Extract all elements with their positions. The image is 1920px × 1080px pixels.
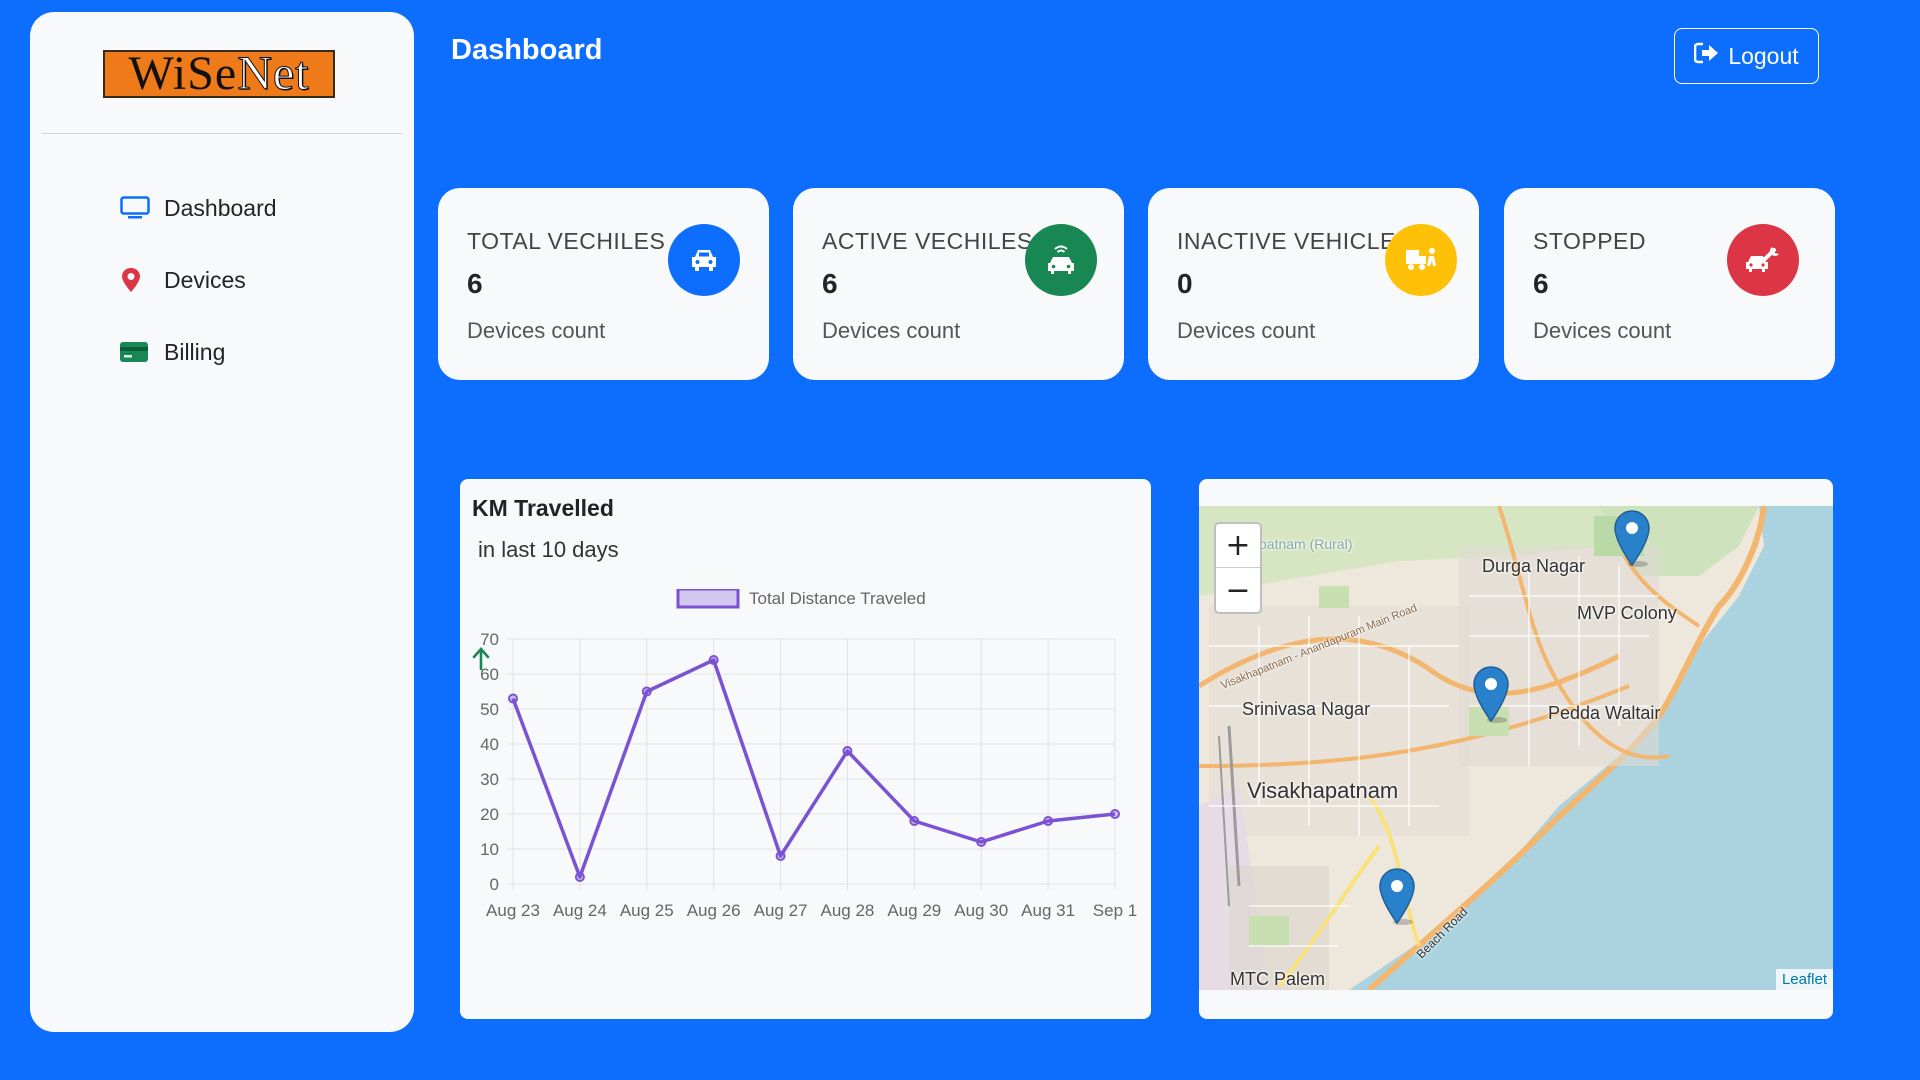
logout-label: Logout	[1728, 42, 1799, 69]
sidebar-item-label: Billing	[164, 338, 226, 365]
monitor-icon	[120, 195, 154, 221]
data-point	[708, 655, 719, 665]
km-travelled-panel: KM Travelled in last 10 days Total Dista…	[460, 479, 1151, 1019]
chart-panel-subtitle-row: in last 10 days	[472, 537, 619, 671]
legend-swatch	[676, 589, 740, 609]
card-subtitle: Devices count	[1533, 318, 1672, 343]
vehicle-marker[interactable]	[1378, 867, 1416, 925]
data-point	[775, 851, 786, 861]
card-count: 6	[822, 268, 838, 299]
x-tick-label: Aug 25	[620, 901, 674, 920]
card-subtitle: Devices count	[467, 318, 606, 343]
zoom-out-button[interactable]: −	[1216, 568, 1260, 612]
x-tick-label: Aug 27	[754, 901, 808, 920]
map-tiles	[1199, 506, 1833, 990]
map-label: Visakhapatnam	[1247, 778, 1399, 803]
y-tick-label: 30	[480, 770, 499, 789]
series-line	[511, 658, 1116, 879]
sidebar-nav: Dashboard Devices Billing	[30, 172, 414, 388]
data-point	[1043, 816, 1054, 826]
card-title: INACTIVE VEHICLES	[1177, 228, 1412, 254]
chart-panel-title: KM Travelled	[472, 495, 614, 521]
card-title: TOTAL VECHILES	[467, 228, 666, 254]
stat-card-total[interactable]: TOTAL VECHILES 6 Devices count	[438, 188, 769, 380]
map-label: MTC Palem	[1230, 969, 1326, 989]
logo-area: WiSe Net	[42, 12, 402, 134]
data-point	[508, 693, 518, 704]
y-tick-label: 50	[480, 700, 499, 719]
sidebar-item-devices[interactable]: Devices	[30, 244, 414, 316]
data-point	[641, 686, 652, 697]
card-count: 6	[1533, 268, 1549, 299]
car-wrench-icon	[1727, 224, 1799, 296]
card-count: 0	[1177, 268, 1193, 299]
map-label: MVP Colony	[1577, 603, 1677, 623]
logout-icon	[1694, 42, 1720, 70]
x-tick-label: Aug 24	[553, 901, 607, 920]
credit-card-icon	[120, 339, 154, 365]
card-title: ACTIVE VECHILES	[822, 228, 1033, 254]
sidebar: WiSe Net Dashboard Devices Billing	[30, 12, 414, 1032]
stat-card-active[interactable]: ACTIVE VECHILES 6 Devices count	[793, 188, 1124, 380]
wisenet-logo[interactable]: WiSe Net	[103, 49, 335, 98]
y-tick-label: 10	[480, 840, 499, 859]
sidebar-item-billing[interactable]: Billing	[30, 316, 414, 388]
card-subtitle: Devices count	[1177, 318, 1316, 343]
connected-car-icon	[1025, 224, 1097, 296]
x-tick-label: Aug 28	[820, 901, 874, 920]
leaflet-attribution[interactable]: Leaflet	[1775, 969, 1833, 990]
stat-card-stopped[interactable]: STOPPED 6 Devices count	[1504, 188, 1835, 380]
x-tick-label: Sep 1	[1093, 901, 1137, 920]
zoom-control: + −	[1214, 522, 1262, 614]
stat-card-inactive[interactable]: INACTIVE VEHICLES 0 Devices count	[1148, 188, 1479, 380]
sidebar-item-label: Devices	[164, 266, 246, 293]
legend-label: Total Distance Traveled	[749, 589, 926, 608]
zoom-in-button[interactable]: +	[1216, 524, 1260, 568]
card-subtitle: Devices count	[822, 318, 961, 343]
truck-loading-icon	[1385, 224, 1457, 296]
car-icon	[668, 224, 740, 296]
y-tick-label: 20	[480, 805, 499, 824]
x-tick-label: Aug 30	[954, 901, 1008, 920]
x-tick-label: Aug 26	[687, 901, 741, 920]
map-label: Durga Nagar	[1482, 556, 1586, 576]
sidebar-item-label: Dashboard	[164, 194, 277, 221]
data-point	[842, 746, 853, 756]
x-tick-label: Aug 29	[887, 901, 941, 920]
x-tick-label: Aug 31	[1021, 901, 1075, 920]
data-point	[976, 837, 987, 847]
map-label: Srinivasa Nagar	[1242, 699, 1371, 719]
vehicle-marker[interactable]	[1613, 509, 1651, 567]
km-line-chart[interactable]: Total Distance Traveled 0 10 20 30 40 50 60 70 Au…	[460, 589, 1151, 1009]
data-point	[574, 872, 585, 882]
y-tick-label: 70	[480, 630, 499, 649]
vehicle-map[interactable]: patnam (Rural) Durga Nagar MVP Colony Sr…	[1199, 506, 1833, 990]
map-pin-icon	[120, 267, 154, 293]
y-tick-label: 60	[480, 665, 499, 684]
map-label: Pedda Waltair	[1548, 703, 1661, 723]
y-tick-label: 0	[490, 875, 499, 894]
chart-panel-subtitle: in last 10 days	[478, 537, 619, 562]
map-label: patnam (Rural)	[1259, 536, 1353, 552]
map-panel: patnam (Rural) Durga Nagar MVP Colony Sr…	[1199, 479, 1833, 1019]
card-title: STOPPED	[1533, 228, 1646, 254]
data-point	[909, 816, 920, 826]
data-point	[1110, 809, 1120, 819]
x-tick-label: Aug 23	[486, 901, 540, 920]
vehicle-marker[interactable]	[1472, 665, 1510, 723]
sidebar-item-dashboard[interactable]: Dashboard	[30, 172, 414, 244]
logout-button[interactable]: Logout	[1674, 28, 1819, 84]
card-count: 6	[467, 268, 483, 299]
y-tick-label: 40	[480, 735, 499, 754]
page-title: Dashboard	[451, 34, 603, 66]
